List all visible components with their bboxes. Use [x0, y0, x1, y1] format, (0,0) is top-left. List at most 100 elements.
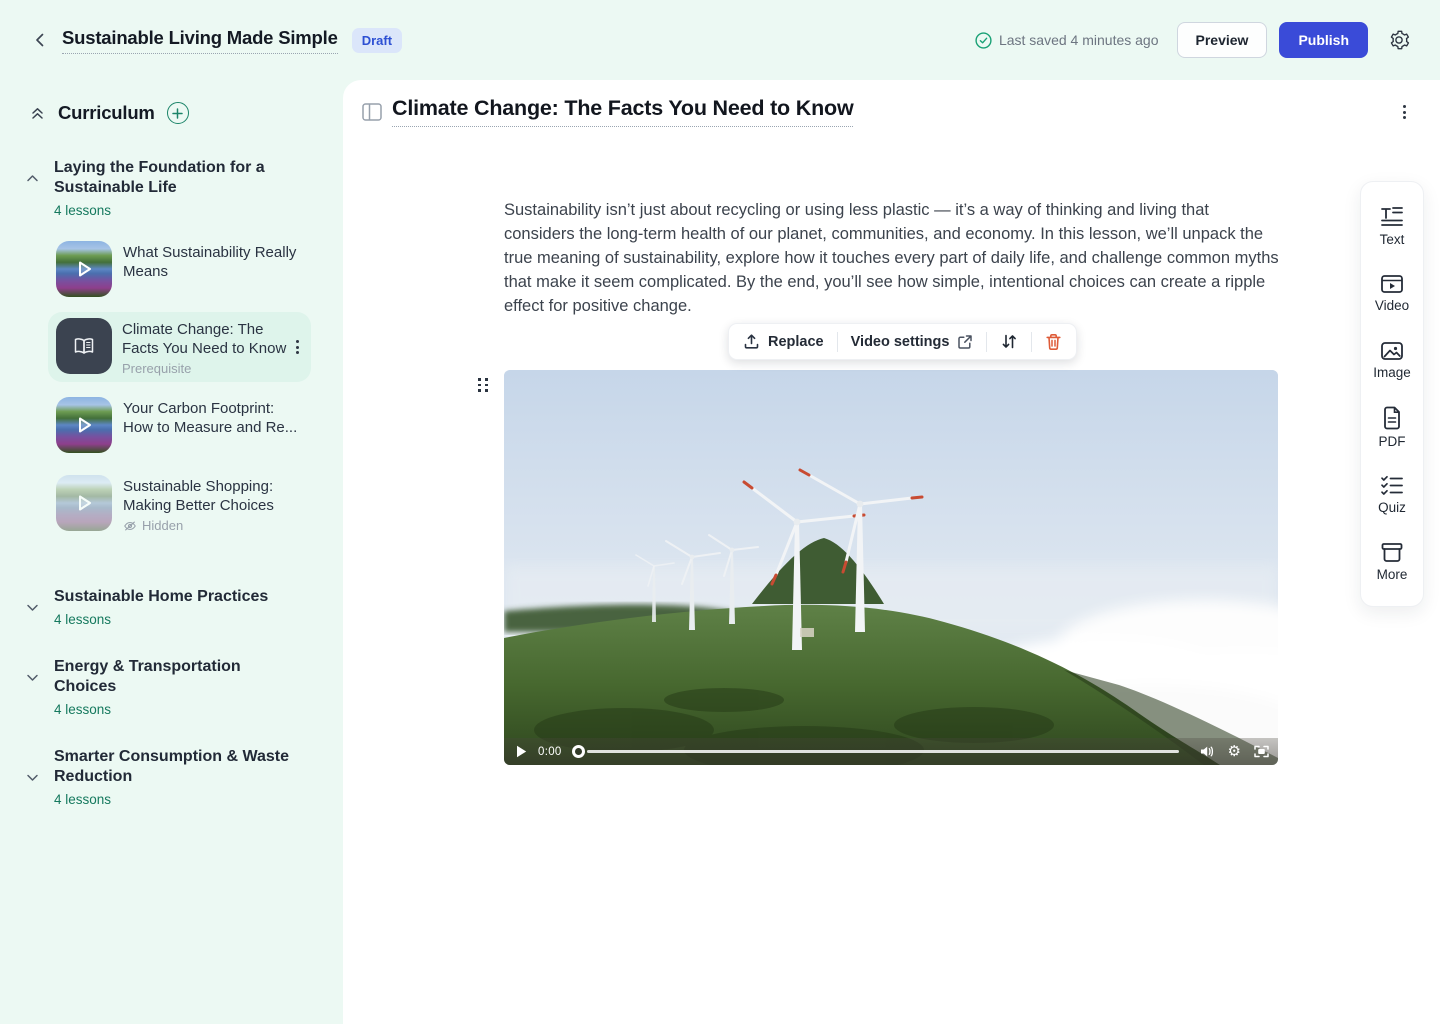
eye-off-icon	[123, 519, 137, 533]
check-circle-icon	[975, 32, 992, 49]
palette-label: Text	[1380, 232, 1405, 247]
sidebar-toggle-button[interactable]	[362, 103, 382, 121]
pdf-block-icon	[1382, 406, 1402, 430]
section-header[interactable]: Laying the Foundation for a Sustainable …	[54, 158, 292, 218]
top-bar: Sustainable Living Made Simple Draft Las…	[0, 0, 1440, 80]
lesson-menu-button[interactable]	[292, 336, 303, 358]
curriculum-section[interactable]: Laying the Foundation for a Sustainable …	[0, 158, 327, 218]
block-drag-handle[interactable]	[475, 375, 492, 395]
add-pdf-block-button[interactable]: PDF	[1361, 394, 1423, 461]
collapse-all-button[interactable]	[26, 102, 48, 124]
current-time: 0:00	[538, 746, 562, 758]
lesson-item-video[interactable]: Your Carbon Footprint: How to Measure an…	[56, 397, 327, 453]
lesson-paragraph[interactable]: Sustainability isn’t just about recyclin…	[504, 198, 1280, 318]
palette-label: More	[1377, 567, 1408, 582]
lesson-header: Climate Change: The Facts You Need to Kn…	[343, 96, 1440, 130]
lesson-subtitle: Hidden	[123, 518, 301, 533]
toolbar-divider	[837, 332, 838, 352]
toolbar-divider	[1031, 332, 1032, 352]
video-player[interactable]: 0:00 ⚙	[504, 370, 1278, 765]
quiz-checklist-icon	[1380, 474, 1404, 496]
image-block-icon	[1380, 341, 1404, 361]
video-settings-button[interactable]: Video settings	[851, 334, 974, 350]
kebab-icon	[296, 340, 299, 354]
delete-block-button[interactable]	[1045, 333, 1062, 351]
toolbar-divider	[986, 332, 987, 352]
fullscreen-button[interactable]	[1254, 745, 1269, 758]
lesson-title: Your Carbon Footprint: How to Measure an…	[123, 399, 301, 437]
video-settings-label: Video settings	[851, 334, 950, 350]
lesson-title-field[interactable]: Climate Change: The Facts You Need to Kn…	[392, 96, 853, 127]
chevron-down-icon[interactable]	[22, 667, 42, 687]
play-overlay-icon	[56, 241, 112, 297]
course-title[interactable]: Sustainable Living Made Simple	[62, 27, 338, 54]
replace-label: Replace	[768, 334, 824, 350]
status-badge: Draft	[352, 28, 402, 53]
section-header[interactable]: Smarter Consumption & Waste Reduction 4 …	[54, 747, 292, 807]
quality-settings-button[interactable]: ⚙	[1228, 744, 1241, 759]
lesson-subtitle: Prerequisite	[122, 361, 292, 376]
lesson-options-button[interactable]	[1399, 101, 1410, 123]
back-button[interactable]	[26, 26, 54, 54]
replace-button[interactable]: Replace	[743, 333, 824, 350]
add-quiz-block-button[interactable]: Quiz	[1361, 461, 1423, 528]
add-image-block-button[interactable]: Image	[1361, 327, 1423, 394]
block-palette: Text Video Image PDF	[1360, 181, 1424, 607]
section-header[interactable]: Energy & Transportation Choices 4 lesson…	[54, 657, 292, 717]
lesson-item-selected[interactable]: Climate Change: The Facts You Need to Kn…	[48, 312, 311, 382]
lesson-list: What Sustainability Really Means Climate…	[0, 241, 327, 548]
curriculum-section[interactable]: Energy & Transportation Choices 4 lesson…	[0, 657, 327, 717]
section-lesson-count: 4 lessons	[54, 612, 268, 627]
play-overlay-icon	[56, 475, 112, 531]
chevron-up-icon[interactable]	[22, 168, 42, 188]
panel-layout-icon	[362, 103, 382, 121]
section-header[interactable]: Sustainable Home Practices 4 lessons	[54, 587, 268, 627]
kebab-icon	[1403, 105, 1406, 119]
publish-button[interactable]: Publish	[1279, 22, 1368, 58]
play-button[interactable]	[513, 744, 529, 760]
video-control-bar: 0:00 ⚙	[504, 738, 1278, 765]
scrubber-handle[interactable]	[572, 745, 585, 758]
section-title: Energy & Transportation Choices	[54, 657, 292, 697]
more-blocks-button[interactable]: More	[1361, 528, 1423, 595]
lesson-title: Climate Change: The Facts You Need to Kn…	[122, 320, 292, 358]
chevron-down-icon[interactable]	[22, 597, 42, 617]
video-thumbnail	[56, 397, 112, 453]
add-section-button[interactable]	[167, 102, 189, 124]
plus-icon	[172, 108, 183, 119]
lesson-title: Sustainable Shopping: Making Better Choi…	[123, 477, 301, 515]
play-overlay-icon	[56, 397, 112, 453]
text-block-icon	[1380, 206, 1404, 228]
section-lesson-count: 4 lessons	[54, 792, 292, 807]
add-text-block-button[interactable]: Text	[1361, 193, 1423, 260]
palette-label: PDF	[1379, 434, 1406, 449]
curriculum-section[interactable]: Sustainable Home Practices 4 lessons	[0, 587, 327, 627]
settings-button[interactable]	[1384, 25, 1414, 55]
lesson-editor-canvas: Climate Change: The Facts You Need to Kn…	[343, 80, 1440, 1024]
reading-lesson-icon	[56, 318, 112, 374]
palette-label: Quiz	[1378, 500, 1406, 515]
curriculum-sidebar: Curriculum Laying the Foundation for a S…	[0, 80, 343, 1024]
save-status: Last saved 4 minutes ago	[975, 32, 1159, 49]
curriculum-title: Curriculum	[58, 102, 155, 124]
lesson-title: What Sustainability Really Means	[123, 243, 301, 281]
section-title: Smarter Consumption & Waste Reduction	[54, 747, 292, 787]
curriculum-section[interactable]: Smarter Consumption & Waste Reduction 4 …	[0, 747, 327, 807]
section-title: Laying the Foundation for a Sustainable …	[54, 158, 292, 198]
last-saved-text: Last saved 4 minutes ago	[999, 32, 1159, 48]
hidden-label: Hidden	[142, 518, 183, 533]
preview-button[interactable]: Preview	[1177, 22, 1268, 58]
lesson-item-hidden[interactable]: Sustainable Shopping: Making Better Choi…	[56, 475, 327, 533]
double-chevron-up-icon	[29, 105, 46, 122]
chevron-down-icon[interactable]	[22, 767, 42, 787]
add-video-block-button[interactable]: Video	[1361, 260, 1423, 327]
progress-bar[interactable]	[587, 750, 1179, 753]
move-block-button[interactable]	[1000, 333, 1018, 350]
volume-button[interactable]	[1200, 745, 1215, 758]
video-thumbnail	[56, 241, 112, 297]
video-block-icon	[1380, 274, 1404, 294]
chevron-left-icon	[32, 32, 48, 48]
top-bar-actions: Last saved 4 minutes ago Preview Publish	[975, 22, 1414, 58]
lesson-item-video[interactable]: What Sustainability Really Means	[56, 241, 327, 297]
external-link-icon	[957, 334, 973, 350]
